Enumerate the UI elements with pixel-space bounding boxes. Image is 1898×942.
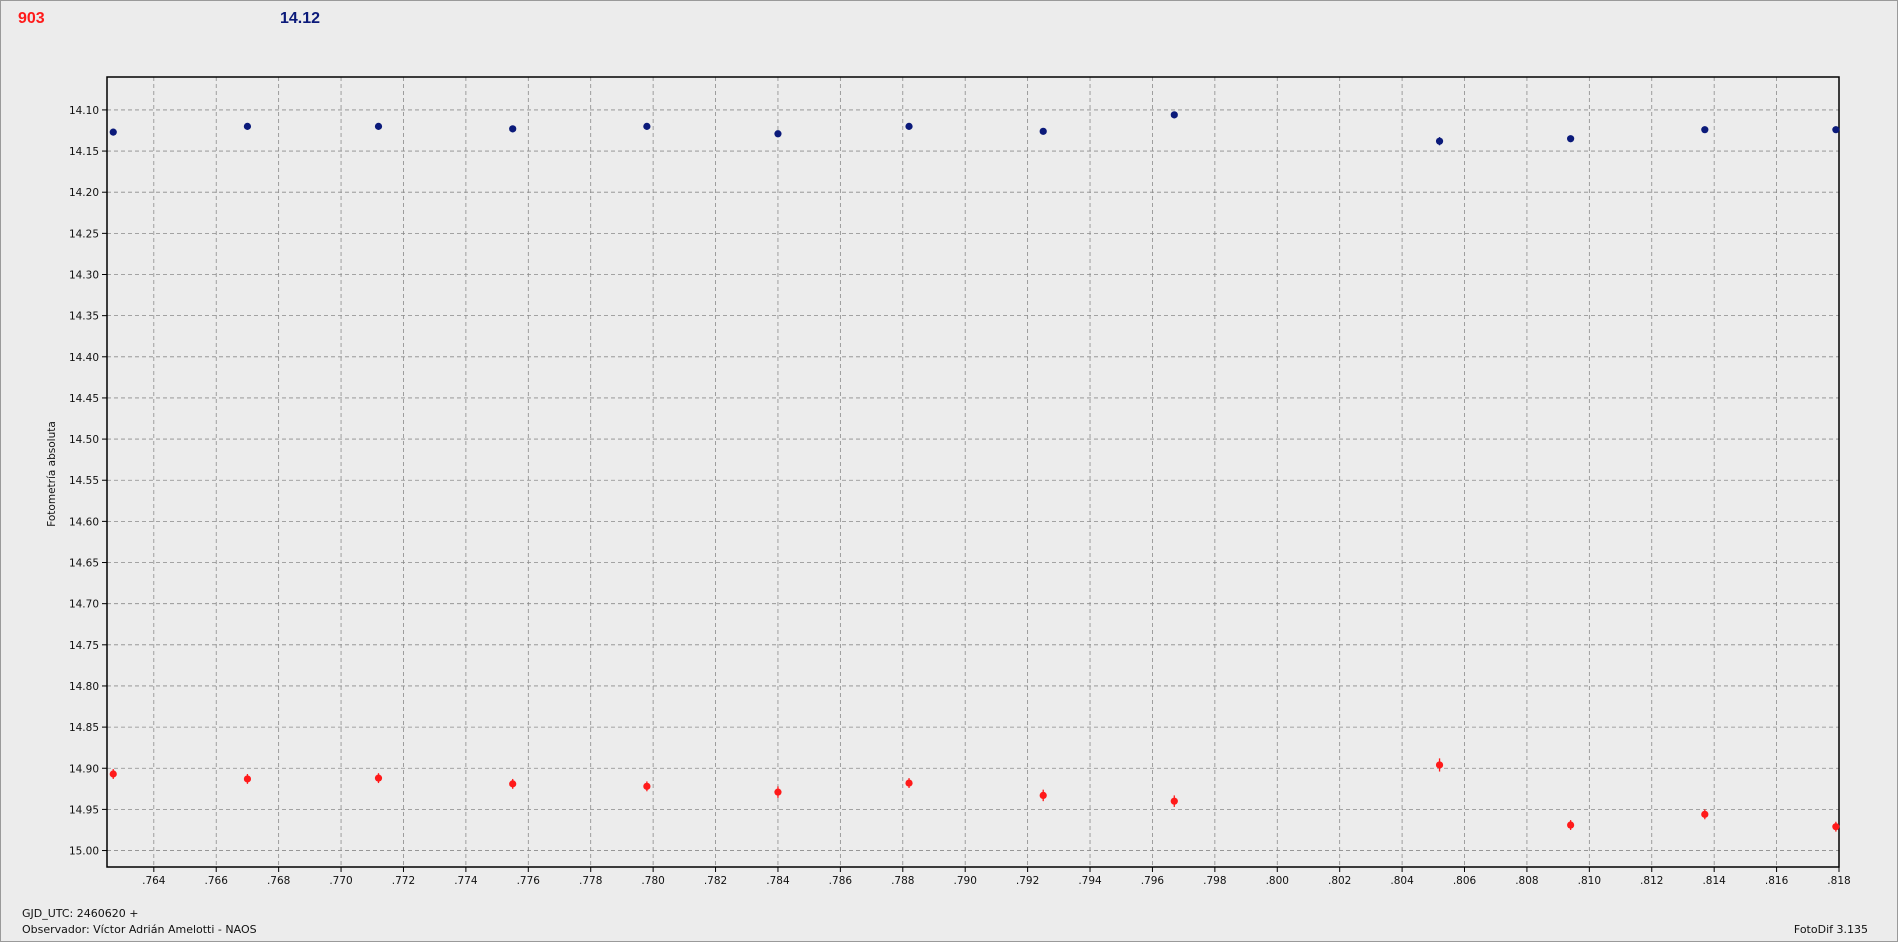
data-point	[905, 779, 913, 787]
y-tick-label: 14.80	[69, 681, 99, 693]
data-point	[774, 788, 782, 796]
y-tick-label: 14.85	[69, 722, 99, 734]
x-tick-label: .766	[205, 875, 229, 887]
x-tick-label: .772	[392, 875, 415, 887]
data-point	[1832, 126, 1840, 134]
y-tick-label: 14.40	[69, 352, 99, 364]
data-point	[1435, 761, 1444, 769]
x-tick-label: .802	[1328, 875, 1351, 887]
data-point	[374, 122, 383, 130]
data-point	[509, 125, 517, 133]
x-tick-label: .798	[1203, 875, 1226, 887]
x-tick-label: .816	[1765, 875, 1789, 887]
y-tick-label: 14.45	[69, 393, 99, 405]
y-tick-label: 14.70	[69, 599, 99, 611]
data-point	[774, 130, 782, 138]
x-tick-label: .794	[1078, 875, 1102, 887]
data-point	[1832, 823, 1840, 831]
data-point	[1567, 821, 1575, 829]
gjd-label: GJD_UTC: 2460620 +	[22, 907, 139, 920]
x-tick-label: .776	[517, 875, 541, 887]
x-tick-label: .812	[1640, 875, 1663, 887]
y-tick-label: 14.10	[69, 105, 99, 117]
data-point	[1701, 126, 1709, 134]
data-point	[1170, 797, 1178, 805]
x-tick-label: .818	[1827, 875, 1850, 887]
x-tick-label: .784	[766, 875, 790, 887]
x-tick-label: .800	[1266, 875, 1289, 887]
x-tick-label: .768	[267, 875, 290, 887]
y-tick-label: 14.75	[69, 640, 99, 652]
y-tick-label: 14.20	[69, 187, 99, 199]
x-tick-label: .782	[704, 875, 727, 887]
data-point	[1701, 810, 1709, 818]
plot-area	[106, 76, 1840, 868]
data-point	[643, 782, 651, 790]
data-point	[1039, 791, 1047, 800]
y-tick-label: 14.50	[69, 434, 99, 446]
axis-ticks: .764 .766 .768 .770 .772 .774 .776 .778 .780 .782…	[69, 105, 1851, 887]
data-point	[243, 775, 252, 783]
x-tick-label: .808	[1515, 875, 1538, 887]
data-point	[109, 770, 117, 778]
x-tick-label: .790	[954, 875, 977, 887]
grid	[107, 77, 1840, 867]
x-tick-label: .788	[891, 875, 914, 887]
data-point	[1435, 137, 1444, 145]
x-tick-label: .810	[1578, 875, 1601, 887]
y-tick-label: 14.15	[69, 146, 99, 158]
data-point	[1039, 127, 1047, 135]
y-tick-label: 14.65	[69, 558, 99, 570]
data-point	[243, 122, 252, 130]
x-tick-label: .796	[1141, 875, 1165, 887]
x-tick-label: .804	[1390, 875, 1414, 887]
x-tick-label: .770	[329, 875, 352, 887]
y-tick-label: 15.00	[69, 846, 99, 858]
observer-label: Observador: Víctor Adrián Amelotti - NAO…	[22, 923, 257, 936]
x-tick-label: .764	[142, 875, 166, 887]
x-tick-label: .806	[1453, 875, 1477, 887]
y-tick-label: 14.55	[69, 475, 99, 487]
y-tick-label: 14.35	[69, 311, 99, 323]
x-tick-label: .774	[454, 875, 478, 887]
x-tick-label: .814	[1702, 875, 1726, 887]
x-tick-label: .786	[829, 875, 853, 887]
y-tick-label: 14.90	[69, 763, 99, 775]
y-axis-label: Fotometría absoluta	[46, 421, 58, 527]
data-marks	[109, 111, 1840, 832]
series-1	[109, 758, 1840, 832]
data-point	[643, 122, 651, 130]
y-tick-label: 14.60	[69, 516, 99, 528]
series-0	[109, 111, 1840, 146]
x-tick-label: .792	[1016, 875, 1039, 887]
y-tick-label: 14.25	[69, 228, 99, 240]
y-tick-label: 14.30	[69, 270, 99, 282]
x-tick-label: .778	[579, 875, 602, 887]
data-point	[905, 122, 913, 130]
data-point	[374, 774, 383, 782]
data-point	[1567, 135, 1575, 143]
y-tick-label: 14.95	[69, 804, 99, 816]
version-label: FotoDif 3.135	[1793, 923, 1868, 936]
data-point	[109, 128, 117, 136]
data-point	[509, 780, 517, 788]
light-curve-chart: .764 .766 .768 .770 .772 .774 .776 .778 .780 .782…	[46, 76, 1851, 887]
x-tick-label: .780	[641, 875, 664, 887]
data-point	[1170, 111, 1178, 119]
